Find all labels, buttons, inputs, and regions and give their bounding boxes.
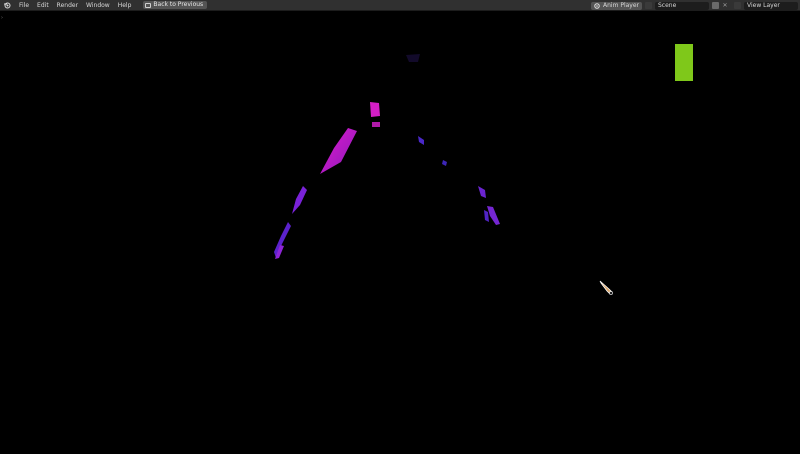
figure-right-forearm xyxy=(478,186,486,198)
figure-left-forearm xyxy=(292,186,307,214)
figure-head-shape xyxy=(406,54,420,62)
figure-collar-shape xyxy=(372,122,380,127)
blender-logo-icon[interactable] xyxy=(3,1,11,9)
eyedropper-cursor-icon xyxy=(599,280,613,295)
view-layer-field[interactable]: View Layer xyxy=(744,1,798,10)
back-to-previous-button[interactable]: Back to Previous xyxy=(143,1,208,9)
scene-name: Scene xyxy=(658,1,677,9)
top-bar: File Edit Render Window Help Back to Pre… xyxy=(0,0,800,11)
figure-right-finger xyxy=(484,210,489,222)
animation-viewport[interactable]: › xyxy=(0,11,800,450)
figure-left-upper-arm xyxy=(320,128,357,174)
figure-right-elbow xyxy=(442,160,447,166)
header-right-group: Anim Player Scene ✕ View Layer ✕ xyxy=(591,1,800,10)
menu-help[interactable]: Help xyxy=(114,0,136,11)
menu-edit[interactable]: Edit xyxy=(33,0,53,11)
anim-player-button[interactable]: Anim Player xyxy=(591,1,642,10)
green-indicator-bar xyxy=(675,44,693,81)
view-layer-icon[interactable] xyxy=(734,2,741,9)
region-toggle-icon[interactable]: › xyxy=(1,16,4,21)
scene-field[interactable]: Scene xyxy=(655,1,709,10)
anim-player-label: Anim Player xyxy=(603,1,639,9)
menu-window[interactable]: Window xyxy=(82,0,114,11)
copy-scene-icon[interactable] xyxy=(712,2,719,9)
render-canvas xyxy=(274,44,693,295)
scene-icon[interactable] xyxy=(645,2,652,9)
figure-left-hand xyxy=(274,222,291,258)
figure-right-upper-arm xyxy=(418,136,424,145)
window-icon xyxy=(145,2,152,8)
view-layer-name: View Layer xyxy=(747,1,780,9)
back-to-previous-label: Back to Previous xyxy=(153,1,204,8)
menu-file[interactable]: File xyxy=(15,0,33,11)
gear-icon xyxy=(594,2,600,9)
figure-neck-shape xyxy=(370,102,380,117)
figure-right-hand xyxy=(487,206,500,225)
menu-render[interactable]: Render xyxy=(53,0,82,11)
close-scene-icon[interactable]: ✕ xyxy=(722,2,728,9)
